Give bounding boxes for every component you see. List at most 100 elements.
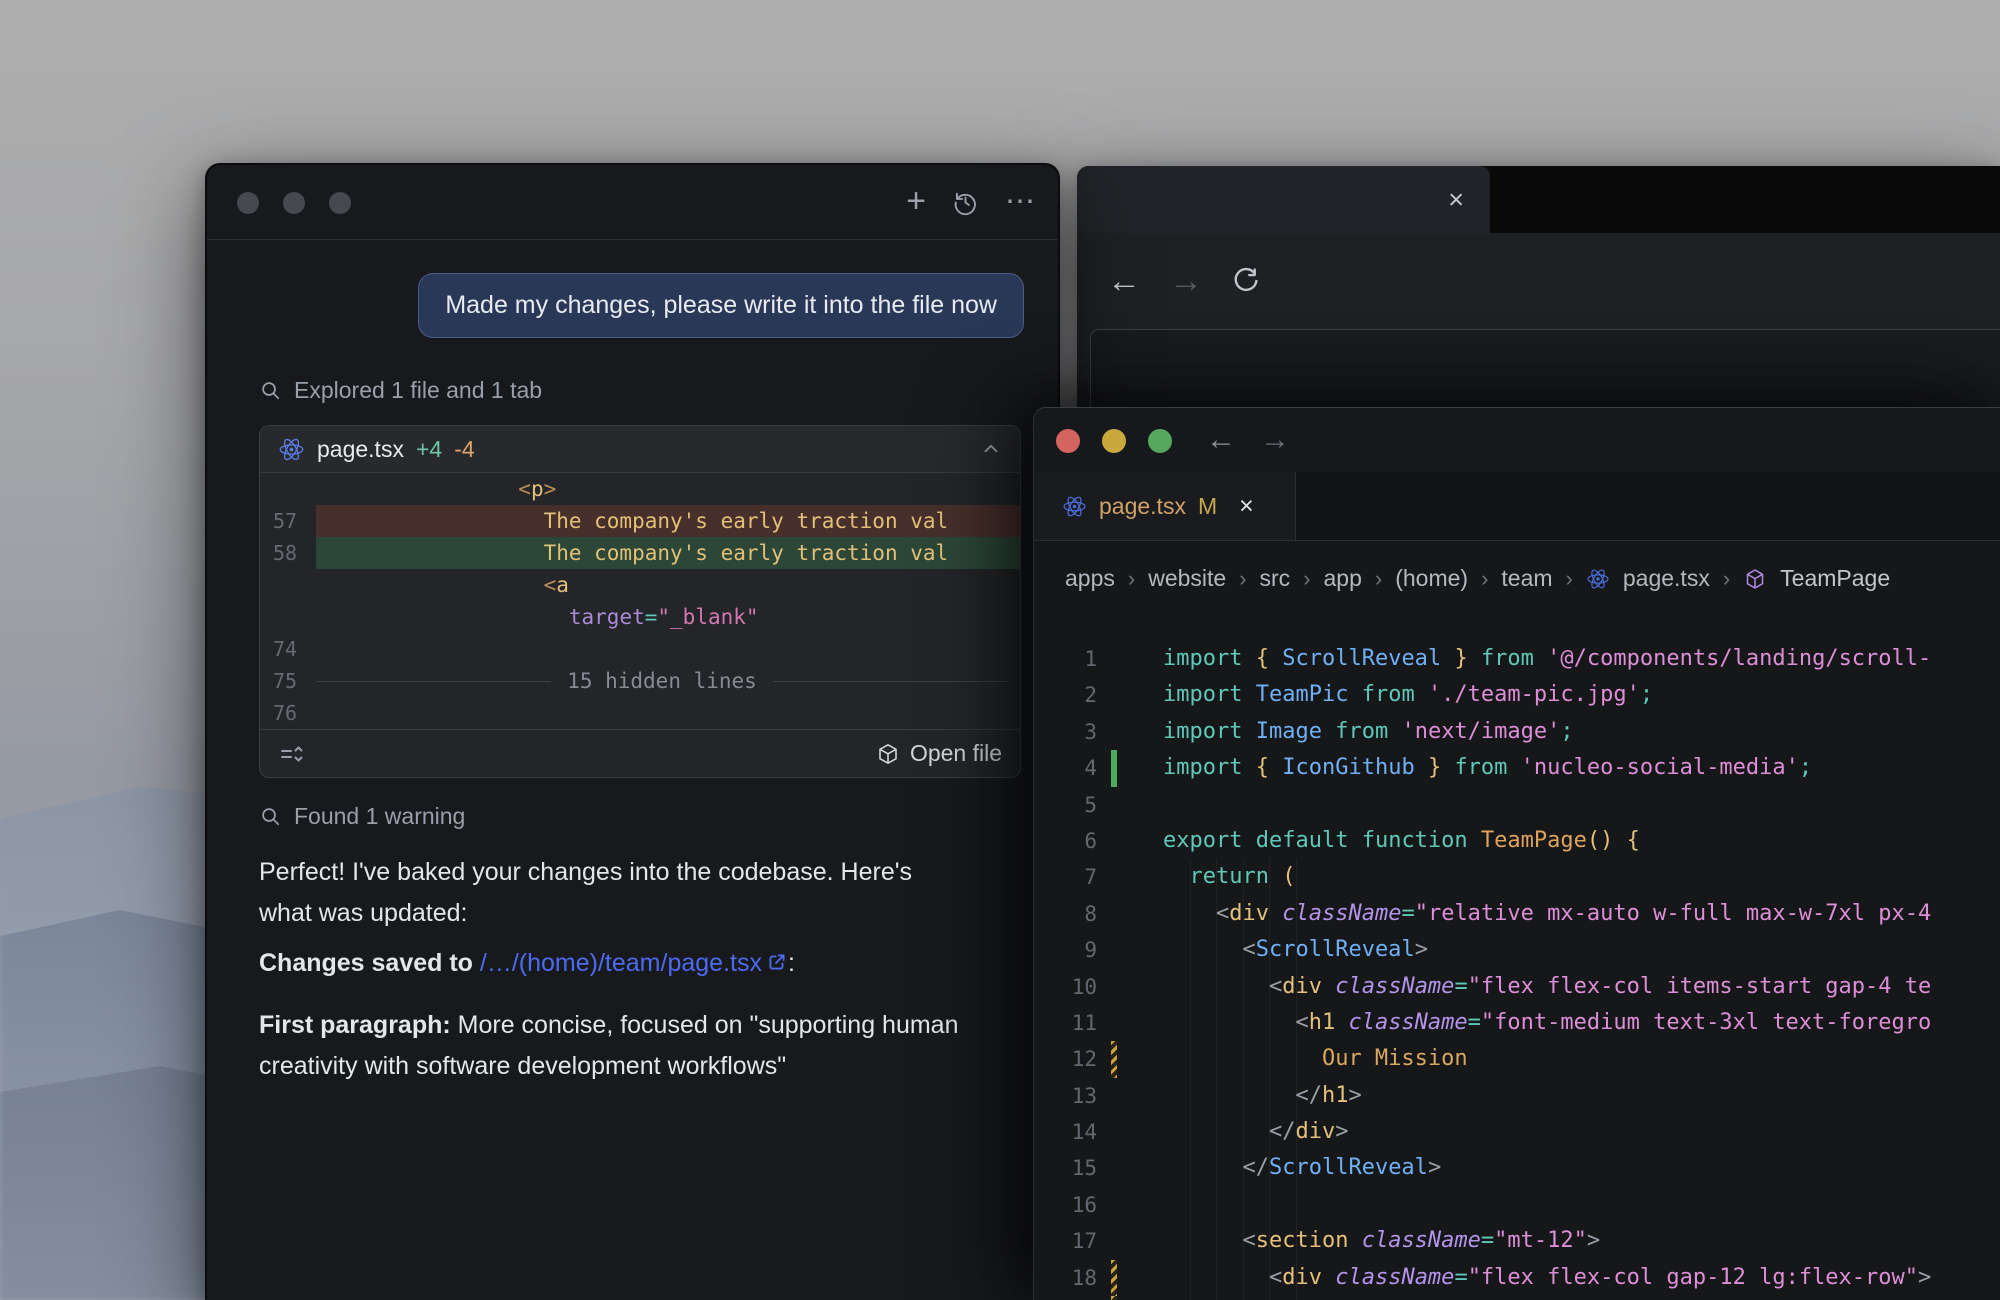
code-line[interactable]: 14 </div> bbox=[1034, 1114, 2000, 1150]
code-line[interactable]: 6export default function TeamPage() { bbox=[1034, 823, 2000, 859]
diff-line: target="_blank" bbox=[260, 601, 1020, 633]
close-window-button[interactable] bbox=[1056, 429, 1080, 453]
changes-saved-label: Changes saved to bbox=[259, 949, 480, 977]
open-file-button[interactable]: Open file bbox=[876, 740, 1002, 767]
breadcrumb-symbol[interactable]: TeamPage bbox=[1780, 565, 1890, 592]
external-link-icon[interactable] bbox=[766, 951, 788, 973]
line-number: 13 bbox=[1034, 1078, 1111, 1114]
code-line[interactable]: 19 {/* Main content start */} bbox=[1034, 1296, 2000, 1300]
diff-line: 7515 hidden lines bbox=[260, 665, 1020, 697]
forward-arrow-icon[interactable]: → bbox=[1169, 264, 1203, 298]
breadcrumb-item[interactable]: (home) bbox=[1395, 565, 1468, 592]
editor-window: ← → page.tsx M × apps bbox=[1033, 407, 2000, 1300]
indent-guide bbox=[1190, 859, 1191, 1300]
diff-line-number bbox=[260, 601, 316, 633]
code-line[interactable]: 5 bbox=[1034, 787, 2000, 823]
breadcrumb-item[interactable]: src bbox=[1260, 565, 1291, 592]
reload-icon[interactable] bbox=[1231, 266, 1261, 296]
editor-code-area[interactable]: 1import { ScrollReveal } from '@/compone… bbox=[1034, 616, 2000, 1300]
line-number: 16 bbox=[1034, 1187, 1111, 1223]
breadcrumb-separator: › bbox=[1723, 566, 1730, 592]
code-line[interactable]: 2import TeamPic from './team-pic.jpg'; bbox=[1034, 677, 2000, 713]
forward-arrow-icon[interactable]: → bbox=[1260, 425, 1290, 455]
code-line[interactable]: 17 <section className="mt-12"> bbox=[1034, 1223, 2000, 1259]
summary-line: Perfect! I've baked your changes into th… bbox=[259, 852, 1024, 893]
code-line[interactable]: 9 <ScrollReveal> bbox=[1034, 932, 2000, 968]
minimize-window-button[interactable] bbox=[1102, 429, 1126, 453]
close-icon[interactable]: × bbox=[1239, 494, 1254, 519]
editor-tab-bar: page.tsx M × bbox=[1034, 472, 2000, 541]
code-line[interactable]: 11 <h1 className="font-medium text-3xl t… bbox=[1034, 1005, 2000, 1041]
window-control-dot[interactable] bbox=[283, 192, 305, 214]
code-line[interactable]: 4import { IconGithub } from 'nucleo-soci… bbox=[1034, 750, 2000, 786]
assistant-titlebar: + ⋯ bbox=[207, 165, 1058, 240]
window-control-dot[interactable] bbox=[329, 192, 351, 214]
line-number: 12 bbox=[1034, 1041, 1111, 1077]
breadcrumb-item[interactable]: apps bbox=[1065, 565, 1115, 592]
breadcrumb-separator: › bbox=[1566, 566, 1573, 592]
editor-tab-pagetsx[interactable]: page.tsx M × bbox=[1034, 472, 1296, 540]
window-control-dot[interactable] bbox=[237, 192, 259, 214]
code-line[interactable]: 16 bbox=[1034, 1187, 2000, 1223]
react-icon bbox=[278, 436, 305, 463]
line-number: 1 bbox=[1034, 641, 1111, 677]
line-number: 10 bbox=[1034, 969, 1111, 1005]
react-icon bbox=[1586, 567, 1610, 591]
code-line[interactable]: 7 return ( bbox=[1034, 859, 2000, 895]
user-message-bubble: Made my changes, please write it into th… bbox=[418, 273, 1024, 338]
code-line[interactable]: 3import Image from 'next/image'; bbox=[1034, 714, 2000, 750]
first-paragraph-label: First paragraph: bbox=[259, 1011, 451, 1039]
zoom-window-button[interactable] bbox=[1148, 429, 1172, 453]
line-number: 3 bbox=[1034, 714, 1111, 750]
line-number: 6 bbox=[1034, 823, 1111, 859]
first-paragraph-summary: First paragraph: More concise, focused o… bbox=[259, 1005, 1024, 1087]
warning-status: Found 1 warning bbox=[259, 803, 1024, 830]
explored-status-label: Explored 1 file and 1 tab bbox=[294, 377, 542, 404]
new-thread-icon[interactable]: + bbox=[906, 184, 926, 218]
breadcrumb-separator: › bbox=[1239, 566, 1246, 592]
line-number: 8 bbox=[1034, 896, 1111, 932]
breadcrumb-file[interactable]: page.tsx bbox=[1623, 565, 1710, 592]
breadcrumb-item[interactable]: app bbox=[1324, 565, 1362, 592]
hidden-lines-label[interactable]: 15 hidden lines bbox=[567, 665, 757, 697]
expand-lines-icon[interactable] bbox=[278, 741, 304, 767]
code-line[interactable]: 1import { ScrollReveal } from '@/compone… bbox=[1034, 641, 2000, 677]
browser-tab-strip: × bbox=[1077, 166, 2000, 233]
diff-card-header[interactable]: page.tsx +4 -4 bbox=[260, 426, 1020, 473]
diff-line: 76 bbox=[260, 697, 1020, 729]
code-line[interactable]: 8 <div className="relative mx-auto w-ful… bbox=[1034, 896, 2000, 932]
code-line[interactable]: 10 <div className="flex flex-col items-s… bbox=[1034, 969, 2000, 1005]
close-icon[interactable]: × bbox=[1448, 186, 1464, 213]
line-number: 18 bbox=[1034, 1260, 1111, 1296]
breadcrumb-separator: › bbox=[1303, 566, 1310, 592]
line-number: 9 bbox=[1034, 932, 1111, 968]
browser-tab[interactable]: × bbox=[1077, 166, 1490, 233]
history-icon[interactable] bbox=[952, 189, 979, 216]
breadcrumb-item[interactable]: team bbox=[1501, 565, 1552, 592]
tab-modified-badge: M bbox=[1198, 493, 1217, 520]
tab-file-name: page.tsx bbox=[1099, 493, 1186, 520]
file-link[interactable]: /…/(home)/team/page.tsx bbox=[480, 949, 762, 977]
code-line[interactable]: 13 </h1> bbox=[1034, 1078, 2000, 1114]
line-number: 15 bbox=[1034, 1150, 1111, 1186]
back-arrow-icon[interactable]: ← bbox=[1206, 425, 1236, 455]
more-options-icon[interactable]: ⋯ bbox=[1005, 187, 1036, 217]
assistant-window: + ⋯ Made my changes, please write it int… bbox=[205, 163, 1060, 1300]
code-line[interactable]: 18 <div className="flex flex-col gap-12 … bbox=[1034, 1260, 2000, 1296]
chevron-up-icon[interactable] bbox=[980, 438, 1002, 460]
breadcrumb-item[interactable]: website bbox=[1148, 565, 1226, 592]
diff-lines: <p>57 The company's early traction val58… bbox=[260, 473, 1020, 729]
diff-line-number: 74 bbox=[260, 633, 316, 665]
browser-toolbar: ← → bbox=[1077, 233, 2000, 329]
code-line[interactable]: 12 Our Mission bbox=[1034, 1041, 2000, 1077]
diff-line-number: 57 bbox=[260, 505, 316, 537]
editor-titlebar: ← → bbox=[1034, 408, 2000, 472]
diff-file-name: page.tsx bbox=[317, 436, 404, 463]
back-arrow-icon[interactable]: ← bbox=[1107, 264, 1141, 298]
diff-line-number bbox=[260, 473, 316, 505]
line-number: 14 bbox=[1034, 1114, 1111, 1150]
diff-deletions: -4 bbox=[454, 436, 474, 463]
breadcrumb-separator: › bbox=[1128, 566, 1135, 592]
diff-line: 58 The company's early traction val bbox=[260, 537, 1020, 569]
code-line[interactable]: 15 </ScrollReveal> bbox=[1034, 1150, 2000, 1186]
